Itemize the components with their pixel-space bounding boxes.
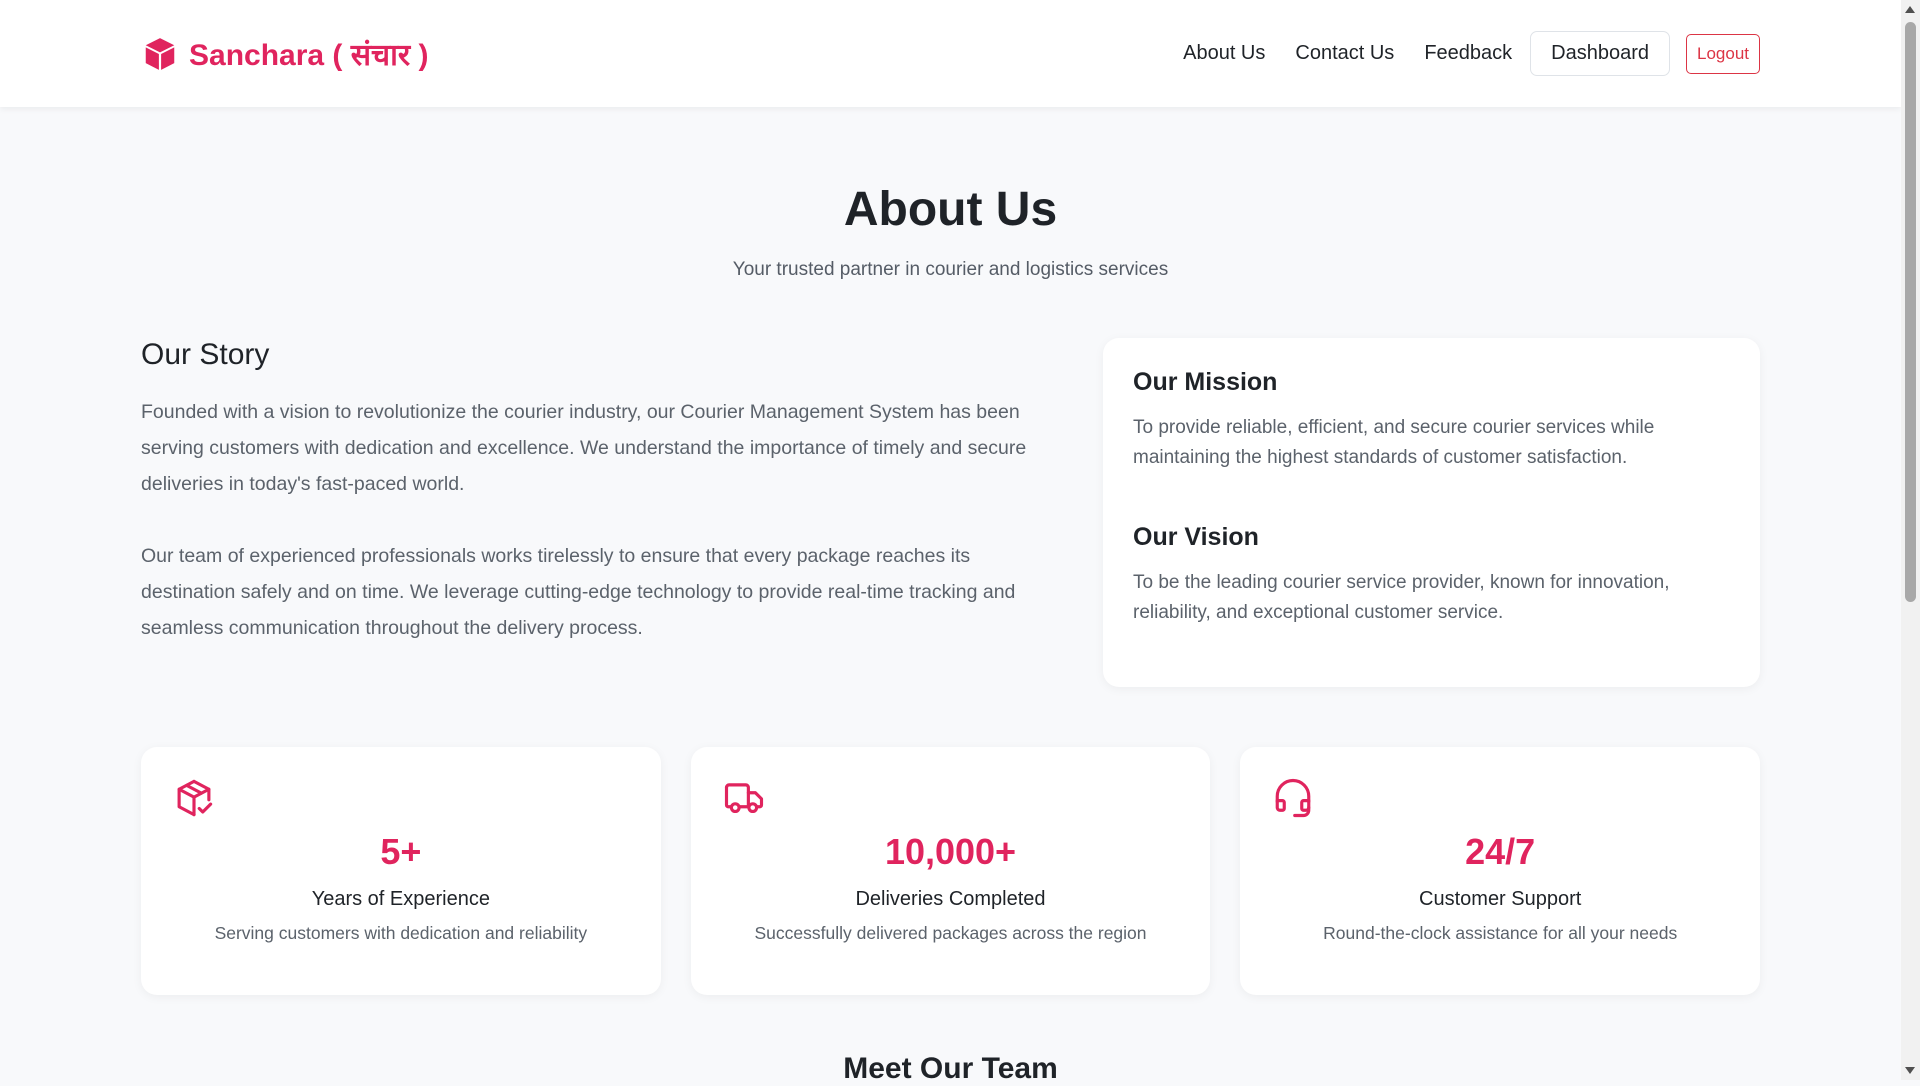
hero-section: About Us Your trusted partner in courier… (0, 182, 1901, 281)
stat-value: 5+ (380, 831, 422, 872)
mission-text: To provide reliable, efficient, and secu… (1133, 417, 1655, 468)
story-section: Our Story Founded with a vision to revol… (141, 338, 1051, 646)
mission-title: Our Mission (1133, 368, 1278, 396)
vision-title: Our Vision (1133, 523, 1259, 551)
stat-value: 24/7 (1465, 831, 1536, 872)
team-section-title: Meet Our Team (843, 1052, 1058, 1085)
page-subtitle: Your trusted partner in courier and logi… (732, 259, 1169, 280)
top-navbar: Sanchara ( संचार ) About Us Contact Us F… (0, 0, 1901, 107)
package-icon (145, 37, 175, 70)
nav-links: About Us Contact Us Feedback Dashboard L… (1153, 31, 1760, 76)
truck-icon (724, 783, 763, 814)
story-title: Our Story (141, 338, 270, 371)
scroll-down-arrow-icon[interactable] (1905, 1067, 1915, 1074)
nav-about-link[interactable]: About Us (1183, 42, 1265, 65)
package-check-icon (177, 779, 213, 817)
stat-card-support: 24/7 Customer Support Round-the-clock as… (1240, 747, 1761, 995)
nav-contact-link[interactable]: Contact Us (1295, 42, 1394, 65)
stat-value: 10,000+ (884, 831, 1017, 872)
brand-logo[interactable]: Sanchara ( संचार ) (141, 33, 428, 74)
stat-card-deliveries: 10,000+ Deliveries Completed Successfull… (690, 747, 1211, 995)
vision-text: To be the leading courier service provid… (1133, 572, 1670, 623)
nav-feedback-link[interactable]: Feedback (1424, 42, 1512, 65)
stat-description: Round-the-clock assistance for all your … (1323, 923, 1678, 943)
stat-card-experience: 5+ Years of Experience Serving customers… (141, 747, 661, 995)
scroll-up-arrow-icon[interactable] (1905, 6, 1915, 13)
dashboard-button[interactable]: Dashboard (1530, 31, 1670, 76)
stat-label: Customer Support (1419, 888, 1582, 910)
page-title: About Us (843, 183, 1058, 236)
stat-label: Deliveries Completed (855, 888, 1046, 910)
stat-description: Successfully delivered packages across t… (754, 923, 1147, 943)
scroll-thumb[interactable] (1905, 22, 1916, 602)
page-scrollbar[interactable] (1901, 0, 1920, 1080)
stats-row: 5+ Years of Experience Serving customers… (141, 747, 1761, 995)
headset-icon (1276, 779, 1311, 818)
logout-button[interactable]: Logout (1686, 33, 1760, 74)
story-paragraph-2: Our team of experienced professionals wo… (141, 545, 1016, 639)
brand-name: Sanchara ( संचार ) (189, 39, 429, 72)
story-paragraph-1: Founded with a vision to revolutionize t… (141, 401, 1027, 495)
stat-description: Serving customers with dedication and re… (214, 923, 588, 943)
mission-vision-card: Our Mission To provide reliable, efficie… (1103, 338, 1760, 687)
stat-label: Years of Experience (311, 888, 490, 910)
